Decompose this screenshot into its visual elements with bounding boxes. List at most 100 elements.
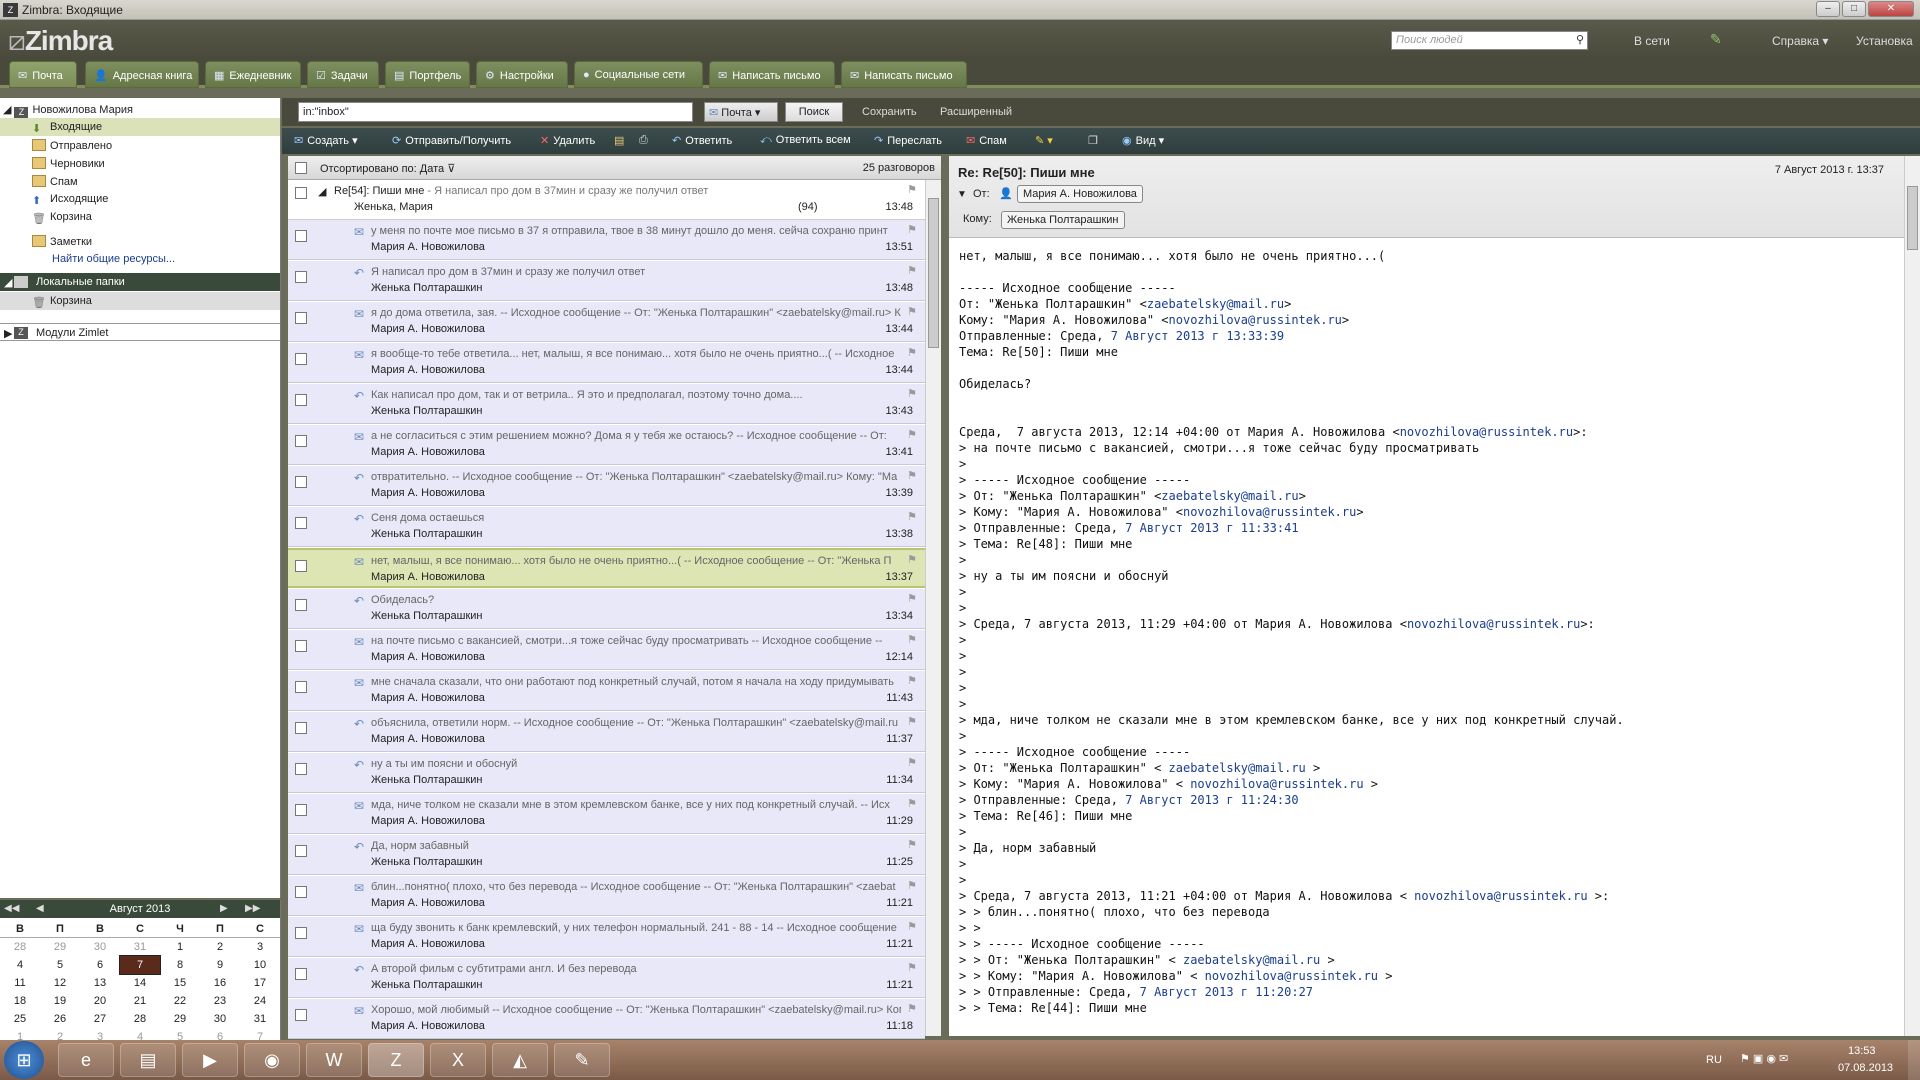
reply-button[interactable]: ↶ Ответить <box>672 134 732 147</box>
message-row[interactable]: ✉ я до дома ответила, зая. -- Исходное со… <box>288 302 925 342</box>
flag-icon[interactable]: ⚑ <box>907 756 917 769</box>
maximize-button[interactable]: □ <box>1842 1 1866 17</box>
body-link[interactable]: novozhilova@russintek.ru <box>1169 313 1342 327</box>
message-checkbox[interactable] <box>295 886 307 898</box>
collapse-header-icon[interactable]: ▼ <box>957 189 967 200</box>
search-scope-select[interactable]: ✉ Почта ▾ <box>704 102 778 122</box>
calendar-day[interactable]: 21 <box>120 992 160 1010</box>
message-row[interactable]: ✉ на почте письмо с вакансией, смотри...я… <box>288 630 925 670</box>
calendar-day[interactable]: 31 <box>240 1010 280 1028</box>
message-checkbox[interactable] <box>295 968 307 980</box>
flag-icon[interactable]: ⚑ <box>907 305 917 318</box>
spam-button[interactable]: ✉ Спам <box>966 134 1007 147</box>
folder-spam[interactable]: Спам <box>0 172 280 190</box>
calendar-day[interactable]: 30 <box>200 1010 240 1028</box>
tab-address-book[interactable]: 👤 Адресная книга <box>85 61 199 88</box>
zimlets-node[interactable]: ▶ Z Модули Zimlet <box>0 323 280 341</box>
tab-calendar[interactable]: ▦ Ежедневник <box>205 61 301 88</box>
body-link[interactable]: 7 Август 2013 г 11:20:27 <box>1140 985 1313 999</box>
message-row[interactable]: ✉ нет, малыш, я все понимаю... хотя было … <box>288 548 925 588</box>
flag-icon[interactable]: ⚑ <box>907 715 917 728</box>
message-checkbox[interactable] <box>295 927 307 939</box>
help-menu[interactable]: Справка ▾ <box>1772 34 1828 48</box>
body-link[interactable]: 7 Август 2013 г 11:24:30 <box>1125 793 1298 807</box>
message-checkbox[interactable] <box>295 763 307 775</box>
flag-icon[interactable]: ⚑ <box>907 387 917 400</box>
message-checkbox[interactable] <box>295 312 307 324</box>
calendar-day[interactable]: 23 <box>200 992 240 1010</box>
print-icon[interactable]: ⎙ <box>639 134 648 147</box>
message-row[interactable]: ✉ мне сначала сказали, что они работают п… <box>288 671 925 711</box>
flag-icon[interactable]: ⚑ <box>907 592 917 605</box>
message-row[interactable]: ↶ Как написал про дом, так и от ветрила..… <box>288 384 925 424</box>
tab-tasks[interactable]: ☑ Задачи <box>307 61 379 88</box>
calendar-day[interactable]: 2 <box>200 938 240 956</box>
body-link[interactable]: 7 Август 2013 г 11:33:41 <box>1125 521 1298 535</box>
body-link[interactable]: zaebatelsky@mail.ru <box>1169 761 1306 775</box>
flag-icon[interactable]: ⚑ <box>907 1002 917 1015</box>
start-button[interactable]: ⊞ <box>4 1041 44 1079</box>
calendar-day[interactable]: 22 <box>160 992 200 1010</box>
expand-icon[interactable]: ◢ <box>318 185 326 198</box>
flag-icon[interactable]: ⚑ <box>907 510 917 523</box>
flag-icon[interactable]: ⚑ <box>907 428 917 441</box>
body-link[interactable]: novozhilova@russintek.ru <box>1183 505 1356 519</box>
presence-status[interactable]: В сети <box>1634 34 1670 48</box>
find-shares-link[interactable]: Найти общие ресурсы... <box>0 250 280 268</box>
message-checkbox[interactable] <box>295 394 307 406</box>
message-row[interactable]: ✉ мда, ниче толком не сказали мне в этом … <box>288 794 925 834</box>
tab-social[interactable]: ● Социальные сети <box>574 61 703 88</box>
message-checkbox[interactable] <box>295 560 307 572</box>
folder-trash[interactable]: 🗑 Корзина <box>0 208 280 226</box>
body-link[interactable]: zaebatelsky@mail.ru <box>1161 489 1298 503</box>
message-row[interactable]: ↶ объяснила, ответили норм. -- Исходное с… <box>288 712 925 752</box>
message-checkbox[interactable] <box>295 804 307 816</box>
calendar-day[interactable]: 29 <box>40 938 80 956</box>
flag-icon[interactable]: ⚑ <box>907 633 917 646</box>
message-checkbox[interactable] <box>295 681 307 693</box>
word-icon[interactable]: W <box>306 1043 362 1077</box>
sender-chip[interactable]: Мария А. Новожилова <box>1017 185 1143 203</box>
flag-icon[interactable]: ⚑ <box>907 183 917 196</box>
message-row[interactable]: ✉ ща буду звонить к банк кремлевский, у н… <box>288 917 925 957</box>
calendar-day[interactable]: 20 <box>80 992 120 1010</box>
tray-icons[interactable]: ⚑ ▣ ◉ ✉ <box>1740 1052 1788 1065</box>
body-link[interactable]: zaebatelsky@mail.ru <box>1147 297 1284 311</box>
flag-icon[interactable]: ⚑ <box>907 879 917 892</box>
message-row[interactable]: ↶ ну а ты им поясни и обоснуй Женька Полта… <box>288 753 925 793</box>
calendar-day[interactable]: 14 <box>120 974 160 992</box>
save-search-button[interactable]: Сохранить <box>862 106 917 118</box>
conversation-checkbox[interactable] <box>295 187 307 199</box>
calendar-day[interactable]: 31 <box>120 938 160 956</box>
next-year-button[interactable]: ▶▶ <box>245 903 260 914</box>
account-node[interactable]: ◢ Z Новожилова Мария <box>0 100 280 119</box>
flag-icon[interactable]: ⚑ <box>907 674 917 687</box>
advanced-search-button[interactable]: Расширенный <box>940 106 1012 118</box>
move-icon[interactable]: ▤ <box>614 134 624 147</box>
message-row[interactable]: ✉ у меня по почте мое письмо в 37 я отпра… <box>288 220 925 260</box>
chrome-icon[interactable]: ◉ <box>244 1043 300 1077</box>
media-player-icon[interactable]: ▶ <box>182 1043 238 1077</box>
excel-icon[interactable]: X <box>430 1043 486 1077</box>
zimbra-task-icon[interactable]: Z <box>368 1043 424 1077</box>
reading-scrollbar[interactable] <box>1904 156 1920 1036</box>
conversation-row[interactable]: ◢ Re[54]: Пиши мне - Я написал про дом в… <box>288 180 941 220</box>
calendar-day[interactable]: 25 <box>0 1010 40 1028</box>
send-receive-button[interactable]: ⟳ Отправить/Получить <box>392 134 511 147</box>
scroll-thumb[interactable] <box>1907 186 1918 250</box>
calendar-day[interactable]: 29 <box>160 1010 200 1028</box>
folder-sent[interactable]: Отправлено <box>0 136 280 154</box>
search-button[interactable]: Поиск <box>785 102 843 122</box>
message-checkbox[interactable] <box>295 1009 307 1021</box>
message-checkbox[interactable] <box>295 640 307 652</box>
message-checkbox[interactable] <box>295 722 307 734</box>
calendar-day[interactable]: 5 <box>40 956 80 974</box>
calendar-day[interactable]: 16 <box>200 974 240 992</box>
folder-inbox[interactable]: ⬇ Входящие <box>0 118 280 136</box>
paint-icon[interactable]: ✎ <box>554 1043 610 1077</box>
calendar-day[interactable]: 7 <box>119 955 161 975</box>
search-icon[interactable]: ⚲ <box>1576 33 1584 46</box>
calendar-day[interactable]: 28 <box>0 938 40 956</box>
body-link[interactable]: novozhilova@russintek.ru <box>1190 777 1363 791</box>
next-month-button[interactable]: ▶ <box>220 903 228 914</box>
